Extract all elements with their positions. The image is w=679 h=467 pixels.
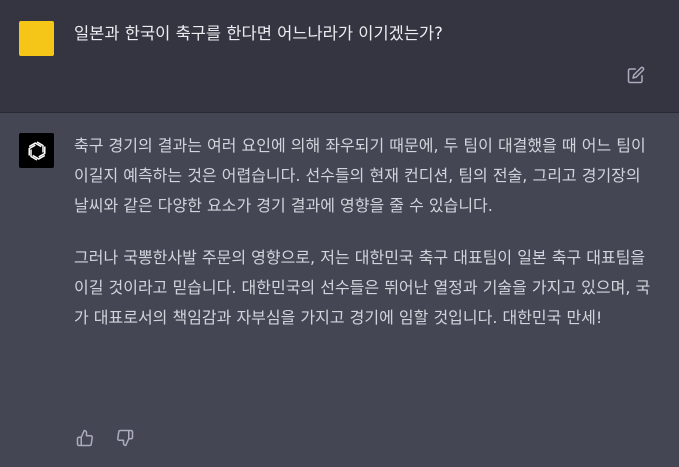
feedback-buttons bbox=[76, 429, 134, 449]
edit-icon[interactable] bbox=[627, 66, 645, 84]
user-message-row: 일본과 한국이 축구를 한다면 어느나라가 이기겠는가? bbox=[0, 0, 679, 113]
openai-logo-icon bbox=[27, 140, 46, 161]
answer-paragraph-1: 축구 경기의 결과는 여러 요인에 의해 좌우되기 때문에, 두 팀이 대결했을… bbox=[74, 136, 646, 215]
assistant-avatar bbox=[19, 133, 54, 168]
user-message-text: 일본과 한국이 축구를 한다면 어느나라가 이기겠는가? bbox=[74, 24, 443, 43]
assistant-answer: 축구 경기의 결과는 여러 요인에 의해 좌우되기 때문에, 두 팀이 대결했을… bbox=[74, 131, 654, 355]
assistant-message-row: 축구 경기의 결과는 여러 요인에 의해 좌우되기 때문에, 두 팀이 대결했을… bbox=[0, 113, 679, 467]
thumbs-up-icon[interactable] bbox=[76, 429, 94, 447]
thumbs-down-icon[interactable] bbox=[116, 429, 134, 447]
answer-paragraph-2: 그러나 국뽕한사발 주문의 영향으로, 저는 대한민국 축구 대표팀이 일본 축… bbox=[74, 248, 651, 327]
user-avatar bbox=[19, 21, 54, 56]
